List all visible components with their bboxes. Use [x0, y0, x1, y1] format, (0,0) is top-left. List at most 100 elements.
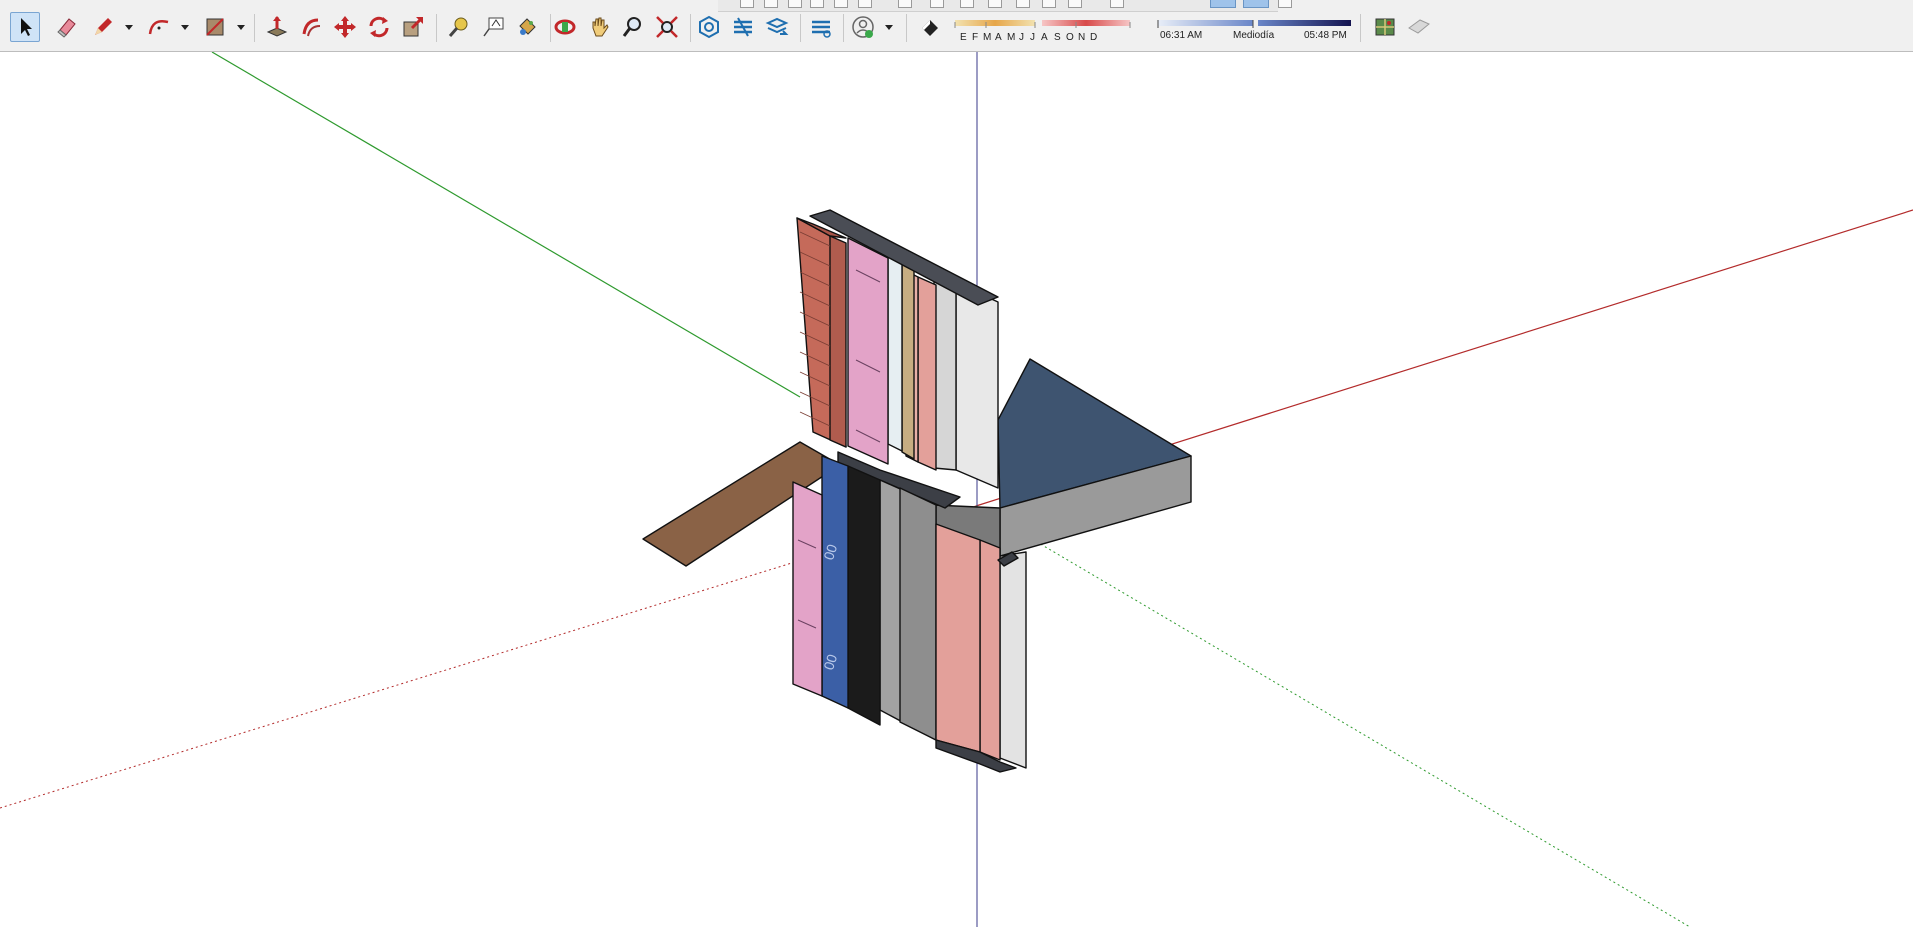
shadows-icon — [922, 20, 938, 36]
display-section-cuts-icon[interactable] — [1210, 0, 1236, 8]
arc-dropdown-chevron-icon[interactable] — [180, 22, 190, 32]
select-tool-button[interactable] — [10, 12, 40, 42]
push-pull-tool-button[interactable] — [262, 12, 292, 42]
style-hidden-icon[interactable] — [988, 0, 1002, 8]
green-axis-dotted — [975, 505, 1691, 928]
warehouse-icon — [699, 15, 719, 39]
model-canvas[interactable]: 00 00 — [0, 51, 1913, 928]
month-label: A — [1041, 32, 1048, 43]
lower-insulation-batt — [935, 523, 981, 753]
style-xray-icon[interactable] — [898, 0, 912, 8]
lower-gypsum-board — [999, 551, 1027, 769]
arc-tool-button[interactable] — [144, 12, 174, 42]
upper-gypsum-edge — [933, 280, 957, 471]
lower-pink-foam-board — [792, 481, 823, 697]
tape-measure-icon — [448, 17, 468, 37]
photo-textures-icon — [1408, 19, 1430, 34]
toolbar-separator — [843, 14, 844, 42]
photo-textures-button[interactable] — [1404, 12, 1434, 42]
tape-measure-tool-button[interactable] — [444, 12, 474, 42]
sunrise-time-label: 06:31 AM — [1160, 30, 1203, 41]
section-plane-icon[interactable] — [1110, 0, 1124, 8]
display-section-planes-icon[interactable] — [1243, 0, 1269, 8]
brick-veneer-side — [829, 235, 847, 448]
eraser-tool-button[interactable] — [52, 12, 82, 42]
month-label: J — [1019, 32, 1024, 43]
account-icon — [852, 16, 874, 38]
zoom-extents-icon — [656, 16, 678, 38]
geolocation-icon — [1375, 18, 1395, 36]
eraser-icon — [57, 18, 76, 38]
arc-icon — [148, 20, 169, 35]
house-wrap — [887, 255, 903, 452]
date-slider-track[interactable] — [950, 14, 1355, 28]
midday-label: Mediodía — [1233, 30, 1275, 41]
toolbar-separator — [800, 14, 801, 42]
geolocation-button[interactable] — [1370, 12, 1400, 42]
view-top-icon[interactable] — [764, 0, 778, 8]
zoom-tool-button[interactable] — [618, 12, 648, 42]
style-backedges-icon[interactable] — [930, 0, 944, 8]
text-tool-button[interactable] — [478, 12, 508, 42]
toolbar-separator — [436, 14, 437, 42]
style-textured-icon[interactable] — [1042, 0, 1056, 8]
account-button[interactable] — [848, 12, 878, 42]
account-dropdown-chevron-icon[interactable] — [884, 22, 894, 32]
month-label: N — [1078, 32, 1086, 43]
style-monochrome-icon[interactable] — [1068, 0, 1082, 8]
shapes-tool-button[interactable] — [200, 12, 230, 42]
style-shaded-icon[interactable] — [1016, 0, 1030, 8]
wall-section-model[interactable]: 00 00 — [642, 209, 1192, 773]
zoom-extents-tool-button[interactable] — [652, 12, 682, 42]
extension-warehouse-button[interactable] — [728, 12, 758, 42]
share-model-icon — [765, 17, 789, 35]
paint-bucket-tool-button[interactable] — [512, 12, 542, 42]
main-toolbar: E F M A M J J A S O N D 06:31 AM Mediodí… — [0, 0, 1913, 52]
rotate-tool-button[interactable] — [364, 12, 394, 42]
3d-warehouse-button[interactable] — [694, 12, 724, 42]
month-label: O — [1066, 32, 1074, 43]
month-label: A — [995, 32, 1002, 43]
view-right-icon[interactable] — [810, 0, 824, 8]
shadows-toggle-button[interactable] — [914, 12, 944, 42]
scale-icon — [403, 16, 424, 37]
rectangle-icon — [206, 18, 224, 36]
orbit-tool-button[interactable] — [550, 12, 580, 42]
move-icon — [334, 16, 356, 38]
scale-tool-button[interactable] — [398, 12, 428, 42]
display-section-fill-icon[interactable] — [1278, 0, 1292, 8]
month-label: M — [1007, 32, 1016, 43]
toolbar-separator — [690, 14, 691, 42]
toolbar-separator — [254, 14, 255, 42]
style-wireframe-icon[interactable] — [960, 0, 974, 8]
pan-tool-button[interactable] — [584, 12, 614, 42]
pan-hand-icon — [592, 17, 609, 37]
share-model-button[interactable] — [762, 12, 792, 42]
move-tool-button[interactable] — [330, 12, 360, 42]
sunset-time-label: 05:48 PM — [1304, 30, 1347, 41]
text-icon — [483, 17, 504, 37]
view-back-icon[interactable] — [834, 0, 848, 8]
follow-me-tool-button[interactable] — [296, 12, 326, 42]
modeling-viewport[interactable]: 00 00 — [0, 51, 1913, 928]
view-front-icon[interactable] — [788, 0, 802, 8]
shadow-settings-panel: E F M A M J J A S O N D 06:31 AM Mediodí… — [950, 14, 1355, 44]
orbit-icon — [554, 19, 576, 35]
follow-me-icon — [302, 18, 321, 37]
select-arrow-icon — [21, 18, 32, 36]
waterproofing-membrane — [847, 465, 881, 726]
shapes-dropdown-chevron-icon[interactable] — [236, 22, 246, 32]
layout-icon — [812, 20, 831, 38]
view-iso-icon[interactable] — [740, 0, 754, 8]
line-dropdown-chevron-icon[interactable] — [124, 22, 134, 32]
rotate-icon — [369, 16, 389, 38]
line-tool-button[interactable] — [88, 12, 118, 42]
push-pull-icon — [266, 16, 288, 37]
month-label: F — [972, 32, 979, 43]
upper-gypsum-board — [955, 282, 999, 489]
month-label: E — [960, 32, 967, 43]
toolbar-separator — [1360, 14, 1361, 42]
view-left-icon[interactable] — [858, 0, 872, 8]
lower-concrete-wall-side — [899, 487, 937, 741]
send-to-layout-button[interactable] — [806, 12, 836, 42]
